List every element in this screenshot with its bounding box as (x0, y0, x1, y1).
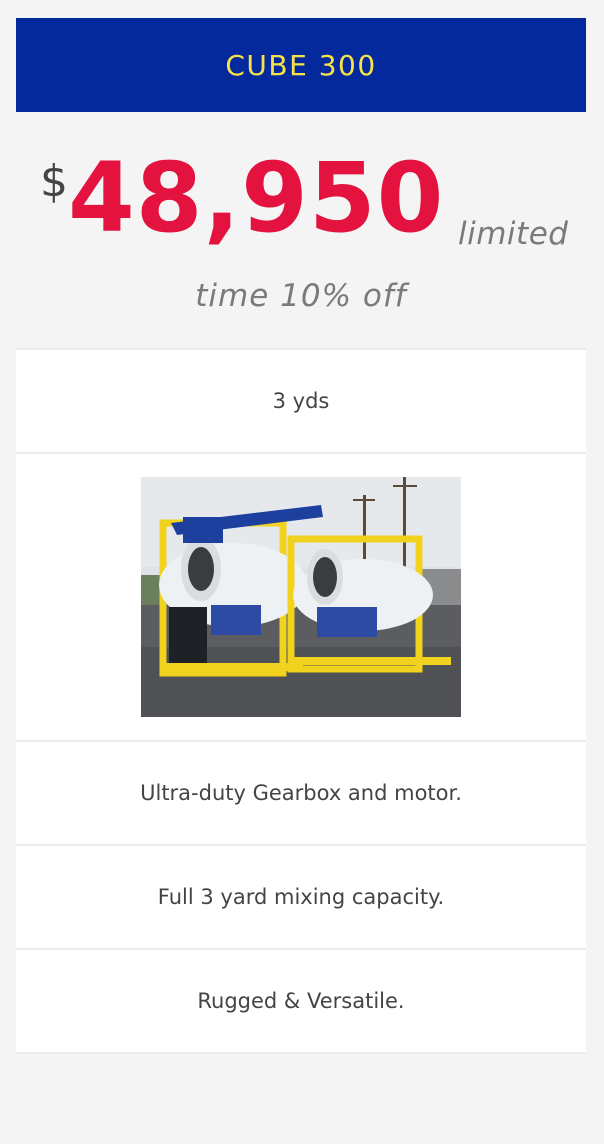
card-header: CUBE 300 (16, 18, 586, 112)
feature-text: Ultra-duty Gearbox and motor. (140, 781, 462, 805)
capacity-text: 3 yds (272, 389, 330, 413)
pricing-card: CUBE 300 $ 48,950 limited time 10% off 3… (16, 18, 586, 1144)
price-note: limited (458, 216, 569, 252)
feature-row: Rugged & Versatile. (16, 950, 586, 1054)
price-block: $ 48,950 limited time 10% off (16, 112, 586, 350)
plan-title: CUBE 300 (225, 48, 377, 82)
card-footer (16, 1054, 586, 1144)
product-photo (141, 477, 461, 717)
capacity-row: 3 yds (16, 350, 586, 454)
product-image-row (16, 454, 586, 742)
feature-text: Full 3 yard mixing capacity. (157, 885, 445, 909)
feature-row: Ultra-duty Gearbox and motor. (16, 742, 586, 846)
feature-row: Full 3 yard mixing capacity. (16, 846, 586, 950)
feature-text: Rugged & Versatile. (197, 989, 405, 1013)
currency-symbol: $ (40, 156, 68, 207)
price-note-continued: time 10% off (195, 278, 407, 314)
price-value: 48,950 (68, 142, 445, 254)
